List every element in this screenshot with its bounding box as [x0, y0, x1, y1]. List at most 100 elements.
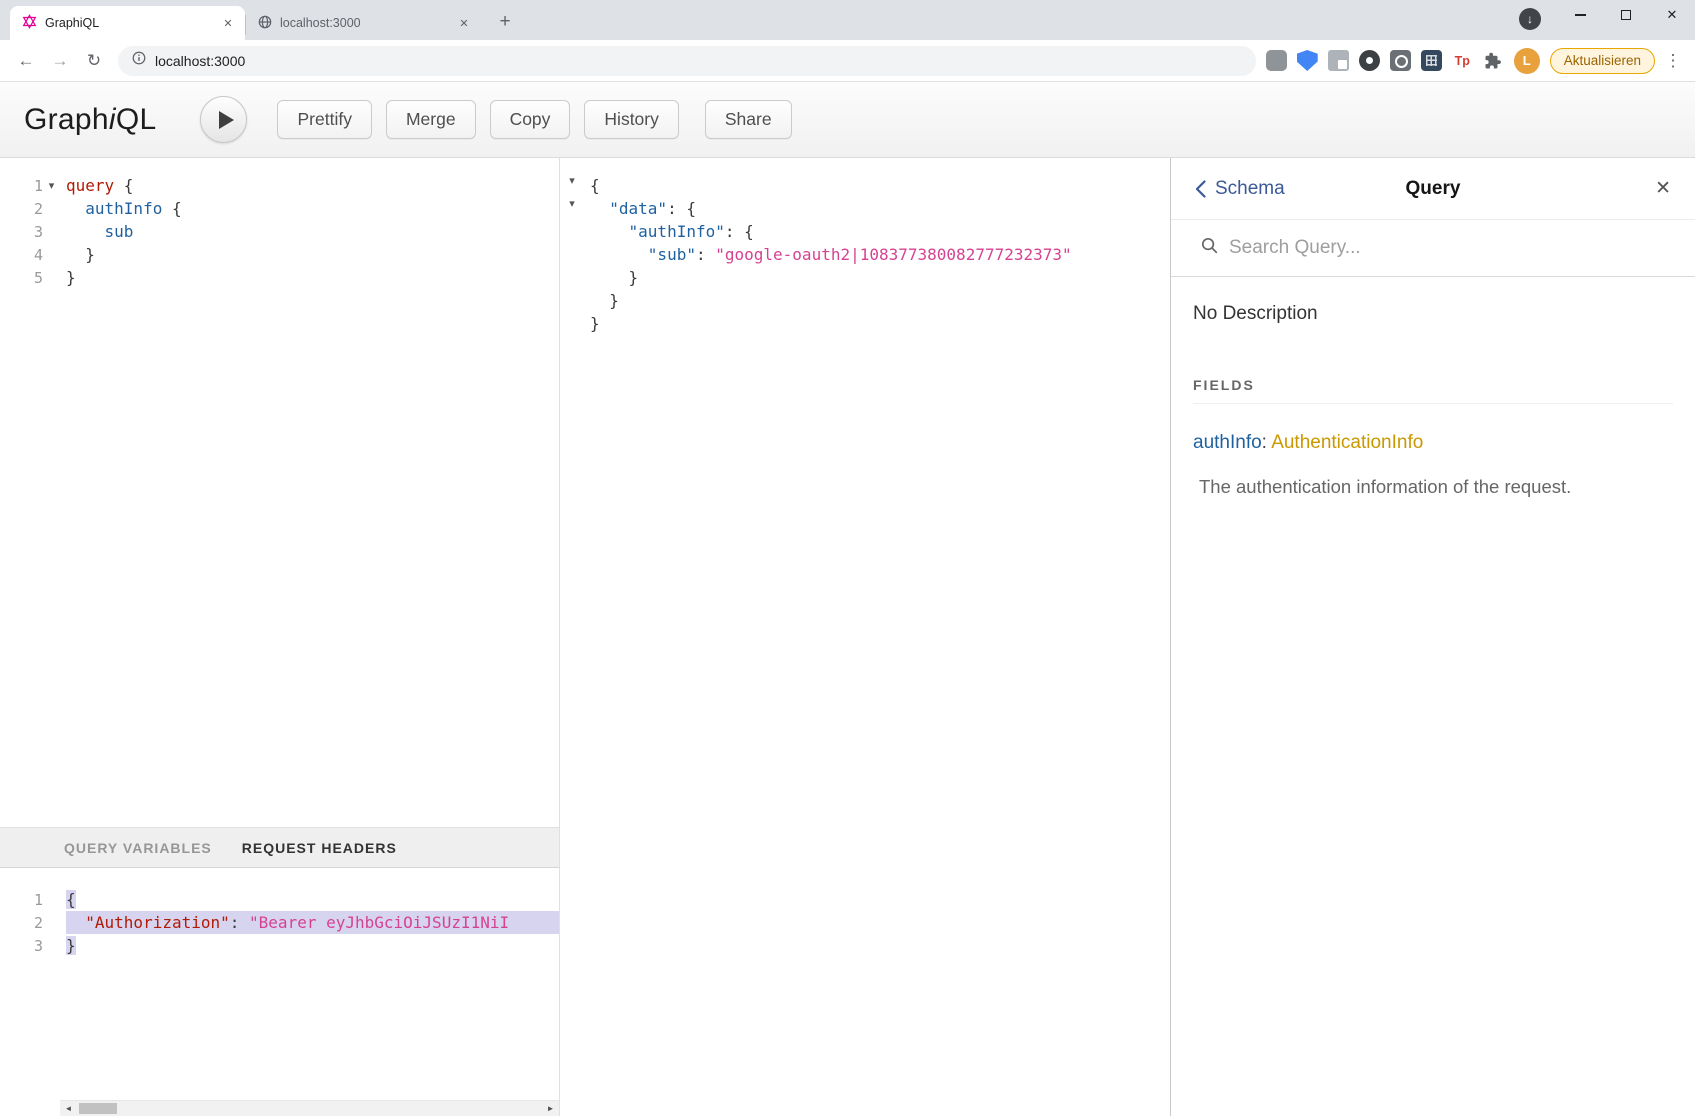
- shield-icon[interactable]: [1297, 50, 1318, 71]
- tab-title: GraphiQL: [45, 16, 219, 30]
- reload-button[interactable]: ↻: [78, 45, 110, 77]
- minimize-button[interactable]: [1557, 0, 1603, 30]
- code-line: authInfo {: [66, 197, 559, 220]
- code-line: "authInfo": {: [590, 220, 1170, 243]
- globe-icon: [258, 15, 272, 32]
- docs-content: No Description FIELDS authInfo: Authenti…: [1171, 277, 1695, 524]
- code-line: }: [590, 312, 1170, 335]
- code-line: {: [66, 888, 559, 911]
- docs-no-description: No Description: [1193, 303, 1673, 325]
- line-number: 1: [0, 891, 43, 909]
- tab-graphiql[interactable]: GraphiQL ✕: [10, 6, 245, 40]
- scroll-right-arrow[interactable]: ►: [542, 1101, 559, 1116]
- tab-close-icon[interactable]: ✕: [455, 14, 473, 32]
- docs-close-icon[interactable]: ✕: [1655, 177, 1671, 200]
- docs-back-button[interactable]: Schema: [1195, 178, 1285, 200]
- update-button[interactable]: Aktualisieren: [1550, 48, 1655, 74]
- address-bar[interactable]: localhost:3000: [118, 46, 1256, 76]
- horizontal-scrollbar[interactable]: ◄ ►: [60, 1100, 559, 1116]
- code-line: }: [66, 243, 559, 266]
- headers-editor-gutter: 1 2 3: [0, 868, 60, 1100]
- tampermonkey-icon[interactable]: Tp: [1452, 50, 1473, 71]
- adblock-icon[interactable]: [1266, 50, 1287, 71]
- code-line: {: [590, 174, 1170, 197]
- browser-toolbar: ← → ↻ localhost:3000 Tp L Aktualisieren …: [0, 40, 1695, 82]
- url-text[interactable]: localhost:3000: [155, 53, 245, 69]
- browser-menu-icon[interactable]: ⋮: [1663, 51, 1683, 71]
- history-button[interactable]: History: [584, 100, 678, 139]
- line-number: 3: [0, 937, 43, 955]
- fold-arrow-icon[interactable]: ▾: [560, 174, 584, 197]
- extensions-area: Tp: [1266, 50, 1504, 71]
- query-editor[interactable]: 1▾ 2 3 4 5 query { authInfo { sub }}: [0, 158, 559, 827]
- docs-panel: Query Schema ✕ No Descr: [1170, 158, 1695, 1116]
- query-code[interactable]: query { authInfo { sub }}: [60, 158, 559, 827]
- prettify-button[interactable]: Prettify: [277, 100, 371, 139]
- color-circle-icon[interactable]: [1359, 50, 1380, 71]
- line-number: 4: [0, 246, 43, 264]
- fold-arrow-icon[interactable]: ▾: [560, 197, 584, 220]
- docs-fields-header: FIELDS: [1193, 377, 1673, 404]
- copy-button[interactable]: Copy: [490, 100, 571, 139]
- line-number: 2: [0, 914, 43, 932]
- extensions-puzzle-icon[interactable]: [1483, 50, 1504, 71]
- docs-search-input[interactable]: [1229, 237, 1665, 259]
- docs-field-row: authInfo: AuthenticationInfo: [1193, 432, 1673, 454]
- secondary-editor-section: QUERY VARIABLES REQUEST HEADERS 1 2 3 { …: [0, 827, 559, 1116]
- profile-avatar[interactable]: L: [1514, 48, 1540, 74]
- line-number: 5: [0, 269, 43, 287]
- camera-icon[interactable]: [1390, 50, 1411, 71]
- code-line: }: [66, 266, 559, 289]
- code-line: "Authorization": "Bearer eyJhbGciOiJSUzI…: [66, 911, 559, 934]
- code-line: }: [590, 289, 1170, 312]
- graphiql-logo: GraphiQL: [24, 103, 156, 137]
- graphiql-app: GraphiQL Prettify Merge Copy History Sha…: [0, 82, 1695, 1116]
- docs-search-bar: [1171, 220, 1695, 277]
- merge-button[interactable]: Merge: [386, 100, 476, 139]
- tab-request-headers[interactable]: REQUEST HEADERS: [242, 840, 397, 856]
- line-number: 1: [0, 177, 43, 195]
- grid-icon[interactable]: [1421, 50, 1442, 71]
- play-icon: [219, 111, 234, 129]
- new-tab-button[interactable]: +: [491, 8, 519, 36]
- tab-separator: [245, 15, 246, 35]
- scroll-left-arrow[interactable]: ◄: [60, 1101, 77, 1116]
- tab-title: localhost:3000: [280, 16, 455, 30]
- screenshot-icon[interactable]: [1328, 50, 1349, 71]
- close-window-button[interactable]: ✕: [1649, 0, 1695, 30]
- docs-header: Query Schema ✕: [1171, 158, 1695, 220]
- maximize-button[interactable]: [1603, 0, 1649, 30]
- tab-close-icon[interactable]: ✕: [219, 14, 237, 32]
- graphiql-panes: 1▾ 2 3 4 5 query { authInfo { sub }} QUE…: [0, 158, 1695, 1116]
- line-number: 3: [0, 223, 43, 241]
- field-description: The authentication information of the re…: [1199, 476, 1673, 498]
- download-status-icon[interactable]: ↓: [1519, 8, 1541, 30]
- headers-code[interactable]: { "Authorization": "Bearer eyJhbGciOiJSU…: [60, 868, 559, 1100]
- graphiql-editor-area: GraphiQL Prettify Merge Copy History Sha…: [0, 82, 1695, 1116]
- maximize-icon: [1621, 10, 1631, 20]
- field-type-link[interactable]: AuthenticationInfo: [1271, 432, 1423, 453]
- tab-query-variables[interactable]: QUERY VARIABLES: [64, 840, 212, 856]
- scrollbar-thumb[interactable]: [79, 1103, 117, 1114]
- code-line: "data": {: [590, 197, 1170, 220]
- query-editor-gutter: 1▾ 2 3 4 5: [0, 158, 60, 827]
- code-line: }: [66, 934, 559, 957]
- graphiql-toolbar: GraphiQL Prettify Merge Copy History Sha…: [0, 82, 1695, 158]
- site-info-icon[interactable]: [132, 51, 146, 70]
- back-button[interactable]: ←: [10, 45, 42, 77]
- forward-button[interactable]: →: [44, 45, 76, 77]
- response-fold-gutter: ▾ ▾: [560, 158, 584, 1116]
- secondary-editor-tabs: QUERY VARIABLES REQUEST HEADERS: [0, 828, 559, 868]
- execute-button[interactable]: [200, 96, 247, 143]
- code-line: "sub": "google-oauth2|108377380082777232…: [590, 243, 1170, 266]
- line-number: 2: [0, 200, 43, 218]
- share-button[interactable]: Share: [705, 100, 792, 139]
- scrollbar-track[interactable]: [77, 1101, 542, 1116]
- response-code: { "data": { "authInfo": { "sub": "google…: [584, 158, 1170, 1116]
- request-headers-editor[interactable]: 1 2 3 { "Authorization": "Bearer eyJhbGc…: [0, 868, 559, 1100]
- field-name-link[interactable]: authInfo: [1193, 432, 1262, 453]
- search-icon: [1201, 237, 1218, 259]
- tab-localhost[interactable]: localhost:3000 ✕: [246, 6, 481, 40]
- fold-arrow-icon[interactable]: ▾: [43, 179, 60, 192]
- chevron-left-icon: [1195, 180, 1206, 198]
